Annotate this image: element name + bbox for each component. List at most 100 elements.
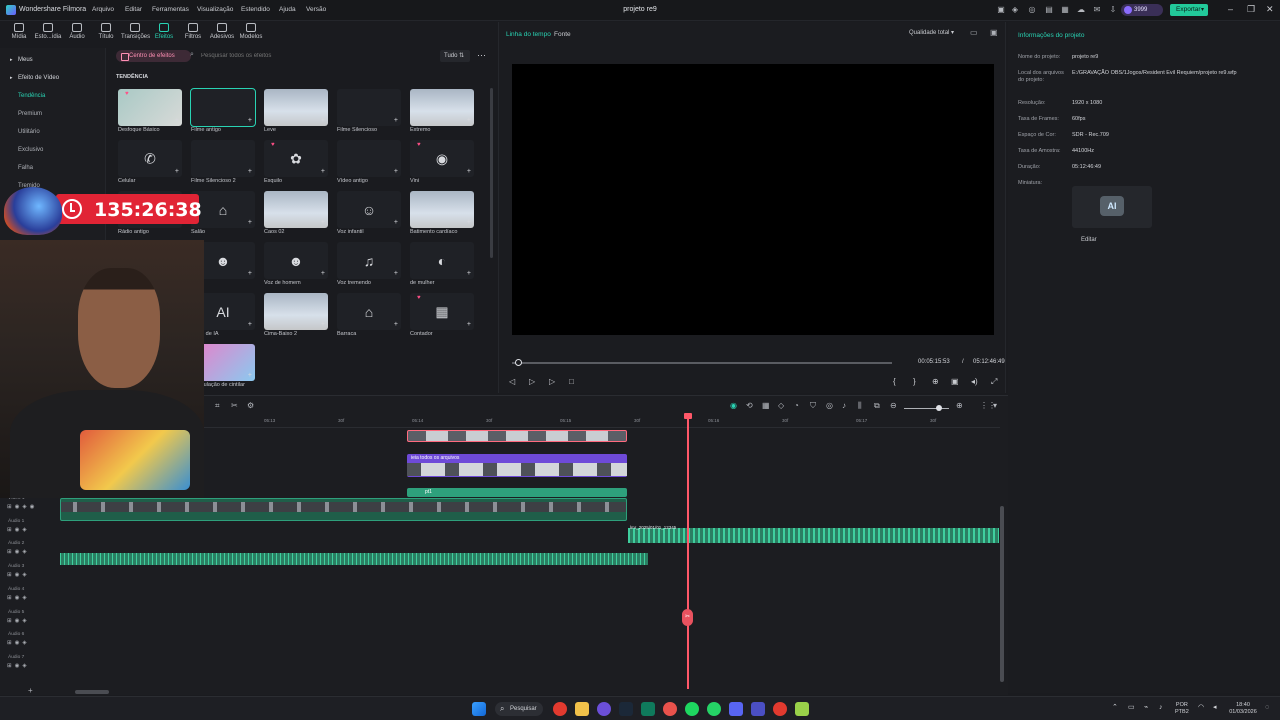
obs-icon[interactable]: [597, 702, 611, 716]
minimize-icon[interactable]: –: [1228, 4, 1233, 14]
tray-bluetooth-icon[interactable]: ⌁: [1144, 704, 1148, 711]
start-icon[interactable]: [472, 702, 486, 716]
nav-item[interactable]: Premium: [6, 107, 100, 121]
tool-7[interactable]: Adesivos: [208, 23, 236, 40]
effect-card[interactable]: + Extremo: [410, 89, 474, 133]
shield-icon[interactable]: ◈: [1010, 5, 1020, 15]
mark-out-icon[interactable]: }: [913, 377, 916, 386]
shield-mark-icon[interactable]: ⛉: [810, 401, 816, 411]
tab-source[interactable]: Fonte: [554, 31, 571, 38]
zoom-out-icon[interactable]: ⊖: [890, 401, 897, 410]
effect-thumbnail[interactable]: ♥ ▦ +: [410, 293, 474, 330]
tool-6[interactable]: Filtros: [179, 23, 207, 40]
zoom-preview-icon[interactable]: ⊕: [932, 377, 939, 386]
tool-2[interactable]: Áudio: [63, 23, 91, 40]
notes-icon[interactable]: [795, 702, 809, 716]
add-effect-icon[interactable]: +: [248, 321, 252, 328]
credits-badge[interactable]: 3999: [1121, 4, 1163, 16]
add-effect-icon[interactable]: +: [467, 321, 471, 328]
add-effect-icon[interactable]: +: [175, 168, 179, 175]
add-effect-icon[interactable]: +: [248, 372, 252, 379]
effect-card[interactable]: ♫ + Voz tremendo: [337, 242, 401, 286]
export-button[interactable]: Exportar: [1170, 4, 1208, 16]
project-thumbnail[interactable]: AI: [1072, 186, 1152, 228]
menu-versao[interactable]: Versão: [306, 6, 326, 13]
steam-icon[interactable]: [619, 702, 633, 716]
track-controls-icon[interactable]: ⊞◉◈: [7, 527, 30, 533]
track-controls-icon[interactable]: ⊞◉◈: [7, 640, 30, 646]
nav-item[interactable]: Tendência: [6, 89, 100, 103]
effect-card[interactable]: ♥ ▦ + Contador: [410, 293, 474, 337]
tray-wifi-icon[interactable]: ◠: [1198, 704, 1204, 711]
stop-icon[interactable]: □: [569, 377, 574, 386]
speed-icon[interactable]: ◔: [794, 401, 799, 410]
tool-4[interactable]: Transições: [121, 23, 150, 40]
effect-thumbnail[interactable]: +: [264, 293, 328, 330]
settings-icon[interactable]: ⚙: [247, 401, 254, 410]
taskbar-search[interactable]: Pesquisar: [495, 702, 543, 716]
effect-card[interactable]: ♥ + Desfoque Básico: [118, 89, 182, 133]
tool-3[interactable]: Título: [92, 23, 120, 40]
clock-tray[interactable]: 18:40 01/03/2026: [1226, 702, 1260, 716]
track-controls-icon[interactable]: ⊞◉◈: [7, 595, 30, 601]
notification-icon[interactable]: ◌: [1265, 704, 1269, 711]
effect-card[interactable]: ✆ + Celular: [118, 140, 182, 184]
add-effect-icon[interactable]: +: [321, 168, 325, 175]
cloud-icon[interactable]: ☁: [1076, 5, 1086, 15]
add-effect-icon[interactable]: +: [467, 270, 471, 277]
audio-clip-2[interactable]: [60, 553, 648, 565]
add-effect-icon[interactable]: +: [248, 270, 252, 277]
ai-mate-icon[interactable]: ◉: [730, 401, 737, 410]
effect-clip[interactable]: pt1: [407, 488, 627, 497]
grid-icon[interactable]: ▦: [1060, 5, 1070, 15]
effect-card[interactable]: ♥ ✿ + Esquilo: [264, 140, 328, 184]
menu-estendido[interactable]: Estendido: [241, 6, 270, 13]
language-indicator[interactable]: POR PTB2: [1175, 702, 1189, 716]
step-play-icon[interactable]: ▷: [529, 377, 535, 386]
effect-card[interactable]: + Filme Silencioso: [337, 89, 401, 133]
tool-8[interactable]: Modelos: [237, 23, 265, 40]
add-effect-icon[interactable]: +: [321, 321, 325, 328]
add-effect-icon[interactable]: +: [394, 117, 398, 124]
effect-card[interactable]: ♥ ◉ + Vini: [410, 140, 474, 184]
track-controls-icon[interactable]: ⊞◉◈: [7, 549, 30, 555]
mark-in-icon[interactable]: {: [893, 377, 896, 386]
audio-clip-1[interactable]: [628, 528, 999, 543]
add-effect-icon[interactable]: +: [248, 117, 252, 124]
add-effect-icon[interactable]: +: [248, 168, 252, 175]
track-controls-icon[interactable]: ⊞◉◈: [7, 572, 30, 578]
menu-visualizacao[interactable]: Visualização: [197, 6, 233, 13]
effects-search-input[interactable]: [190, 51, 440, 62]
camera-icon[interactable]: ▣: [951, 377, 959, 386]
add-effect-icon[interactable]: +: [467, 168, 471, 175]
vpn-icon[interactable]: [729, 702, 743, 716]
filter-dropdown[interactable]: Tudo ⇅: [440, 50, 470, 62]
effect-thumbnail[interactable]: ♥ ✿ +: [264, 140, 328, 177]
fullscreen-icon[interactable]: ⤢: [991, 377, 997, 387]
layout-icon[interactable]: ▤: [1044, 5, 1054, 15]
effect-thumbnail[interactable]: ♫ +: [337, 242, 401, 279]
add-effect-icon[interactable]: +: [467, 219, 471, 226]
zoom-slider-track[interactable]: [904, 408, 949, 409]
play-icon[interactable]: ▷: [549, 377, 555, 386]
download-icon[interactable]: ⇩: [1108, 5, 1118, 15]
compare-view-icon[interactable]: ▭: [970, 28, 978, 37]
edit-thumbnail-button[interactable]: Editar: [1081, 237, 1097, 243]
record-icon[interactable]: ◎: [826, 401, 833, 410]
chrome-icon[interactable]: [773, 702, 787, 716]
effect-card[interactable]: ☻ + Voz de homem: [264, 242, 328, 286]
split-icon[interactable]: ✂: [231, 401, 238, 410]
nav-item[interactable]: Utilitário: [6, 125, 100, 139]
nav-item[interactable]: Exclusivo: [6, 143, 100, 157]
effect-thumbnail[interactable]: ✆ +: [118, 140, 182, 177]
effect-thumbnail[interactable]: ⌂+: [337, 293, 401, 330]
preview-progress-track[interactable]: [512, 362, 892, 364]
snapshot-icon[interactable]: ▣: [990, 28, 998, 37]
preview-progress-knob[interactable]: [514, 359, 522, 366]
effect-card[interactable]: ◐ + de mulher: [410, 242, 474, 286]
title-clip[interactable]: ieia todos os arquivos: [407, 454, 627, 477]
filmora-taskbar-icon[interactable]: [641, 702, 655, 716]
tray-chevron-icon[interactable]: ⌃: [1112, 704, 1118, 711]
render-icon[interactable]: ▦: [762, 401, 770, 410]
tool-1[interactable]: Esto...ídia: [34, 23, 62, 40]
